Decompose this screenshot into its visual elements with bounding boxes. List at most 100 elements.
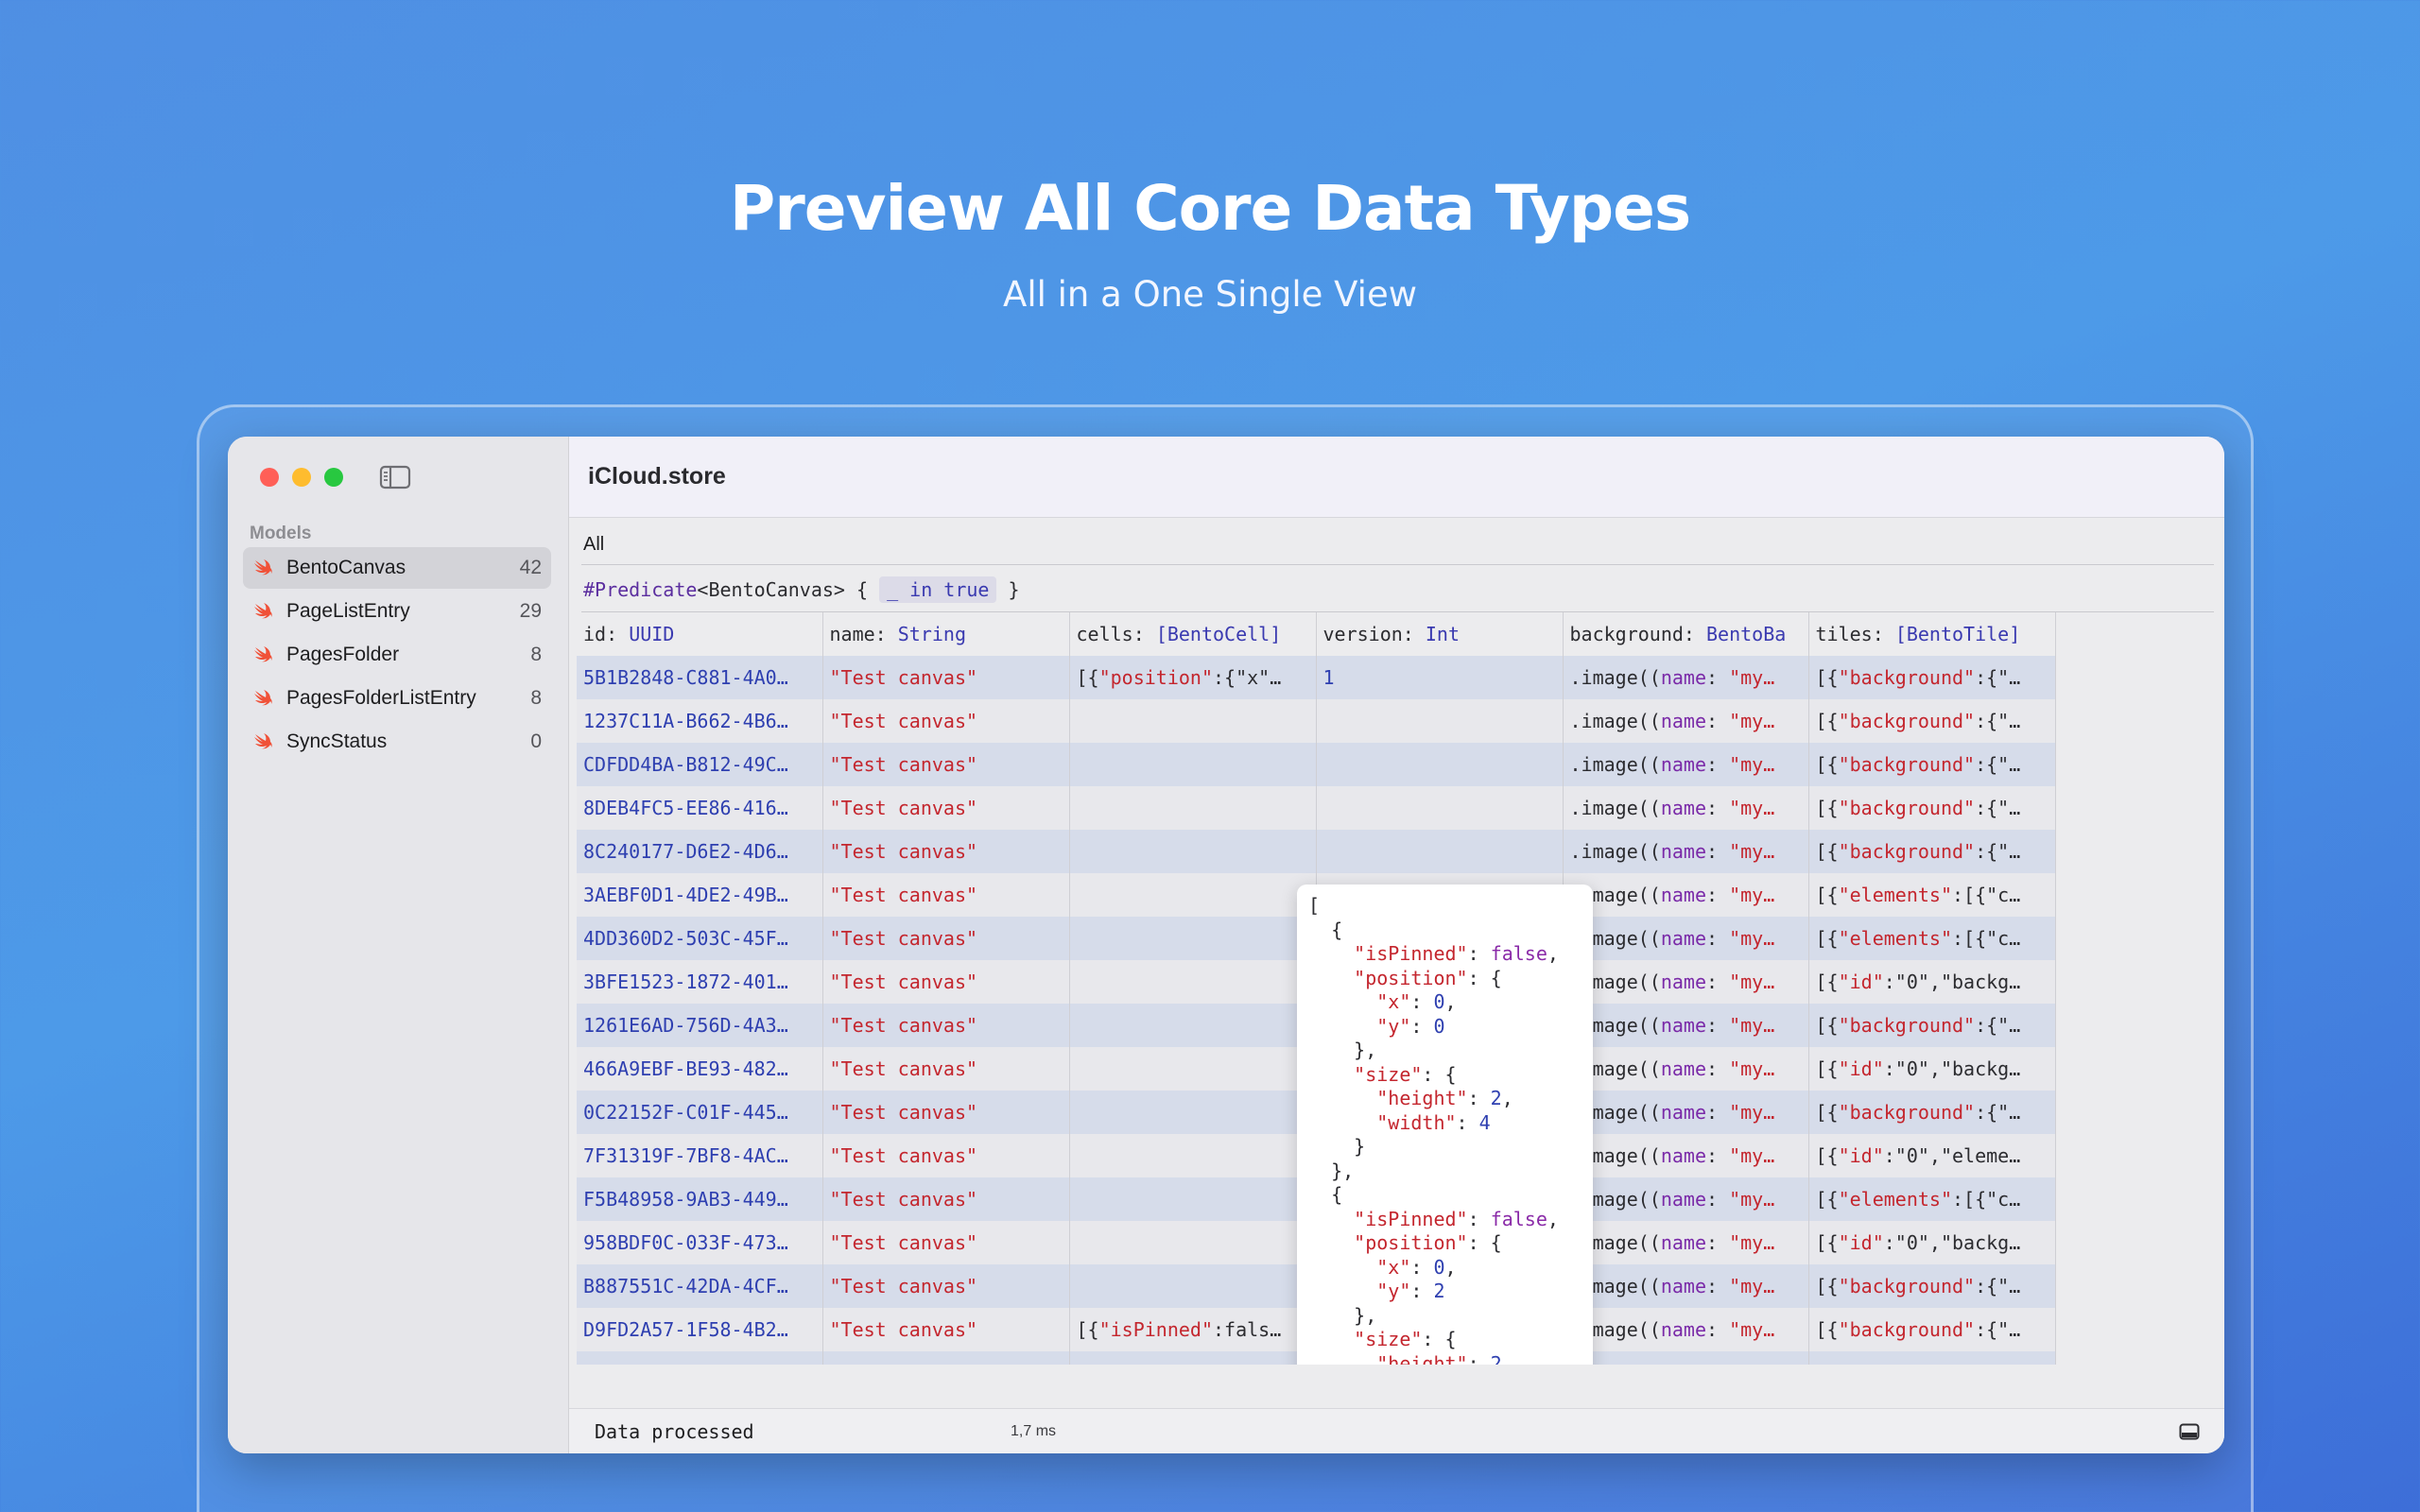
cell-cells[interactable] bbox=[1069, 699, 1317, 743]
cell-tiles[interactable]: [{"background":{"… bbox=[1808, 1308, 2056, 1351]
column-header-id[interactable]: id: UUID bbox=[577, 612, 823, 656]
cell-name[interactable]: "Test canvas" bbox=[822, 1221, 1070, 1264]
cell-tiles[interactable]: [{"background":{"… bbox=[1808, 830, 2056, 873]
cell-tiles[interactable]: [{"id":"0","backg… bbox=[1808, 960, 2056, 1004]
cell-tiles[interactable]: [{"background":{"… bbox=[1808, 1351, 2056, 1365]
cell-tiles[interactable]: [{"background":{"… bbox=[1808, 786, 2056, 830]
cell-cells[interactable] bbox=[1069, 960, 1317, 1004]
cell-version[interactable] bbox=[1316, 743, 1564, 786]
cell-cells[interactable] bbox=[1069, 1177, 1317, 1221]
cell-version[interactable] bbox=[1316, 699, 1564, 743]
cell-tiles[interactable]: [{"elements":[{"c… bbox=[1808, 917, 2056, 960]
cell-background[interactable]: .image((name: "my… bbox=[1563, 1351, 1809, 1365]
cell-name[interactable]: "Test canvas" bbox=[822, 1264, 1070, 1308]
cell-background[interactable]: .image((name: "my… bbox=[1563, 1091, 1809, 1134]
table-row[interactable]: 8C240177-D6E2-4D6… "Test canvas" .image((n… bbox=[577, 830, 2056, 873]
cell-cells[interactable]: [{"position":{"x"… bbox=[1069, 656, 1317, 699]
cell-tiles[interactable]: [{"background":{"… bbox=[1808, 699, 2056, 743]
cell-background[interactable]: .image((name: "my… bbox=[1563, 917, 1809, 960]
cell-id[interactable]: CDFDD4BA-B812-49C… bbox=[577, 743, 823, 786]
cell-tiles[interactable]: [{"background":{"… bbox=[1808, 656, 2056, 699]
cell-background[interactable]: .image((name: "my… bbox=[1563, 1221, 1809, 1264]
sidebar-item-pagelistentry[interactable]: PageListEntry 29 bbox=[243, 591, 551, 632]
cell-background[interactable]: .image((name: "my… bbox=[1563, 830, 1809, 873]
cell-background[interactable]: .image((name: "my… bbox=[1563, 1047, 1809, 1091]
cell-cells[interactable] bbox=[1069, 1134, 1317, 1177]
cell-tiles[interactable]: [{"background":{"… bbox=[1808, 1264, 2056, 1308]
cell-cells[interactable] bbox=[1069, 1047, 1317, 1091]
close-button[interactable] bbox=[260, 468, 279, 487]
cell-id[interactable]: 8DEB4FC5-EE86-416… bbox=[577, 786, 823, 830]
cell-name[interactable]: "Test canvas" bbox=[822, 960, 1070, 1004]
cell-background[interactable]: .image((name: "my… bbox=[1563, 873, 1809, 917]
column-header-name[interactable]: name: String bbox=[822, 612, 1070, 656]
cell-tiles[interactable]: [{"id":"0","eleme… bbox=[1808, 1134, 2056, 1177]
cell-name[interactable]: "Test canvas" bbox=[822, 656, 1070, 699]
cell-cells[interactable] bbox=[1069, 917, 1317, 960]
cell-name[interactable]: "Test canvas" bbox=[822, 1047, 1070, 1091]
cell-name[interactable]: "Test canvas" bbox=[822, 830, 1070, 873]
bottom-panel-icon[interactable] bbox=[2179, 1423, 2200, 1440]
cell-cells[interactable]: [{"isPinned":fals… bbox=[1069, 1308, 1317, 1351]
cell-id[interactable]: 3BFE1523-1872-401… bbox=[577, 960, 823, 1004]
cell-cells[interactable] bbox=[1069, 830, 1317, 873]
cell-tiles[interactable]: [{"id":"0","backg… bbox=[1808, 1047, 2056, 1091]
cell-id[interactable]: 7F31319F-7BF8-4AC… bbox=[577, 1134, 823, 1177]
cell-version[interactable] bbox=[1316, 786, 1564, 830]
cell-id[interactable]: 1237C11A-B662-4B6… bbox=[577, 699, 823, 743]
cell-background[interactable]: .image((name: "my… bbox=[1563, 1308, 1809, 1351]
sidebar-toggle-icon[interactable] bbox=[379, 465, 411, 490]
cell-id[interactable]: 958BDF0C-033F-473… bbox=[577, 1221, 823, 1264]
sidebar-item-pagesfolder[interactable]: PagesFolder 8 bbox=[243, 634, 551, 676]
cell-id[interactable]: 4DD360D2-503C-45F… bbox=[577, 917, 823, 960]
cell-name[interactable]: "Test canvas" bbox=[822, 1134, 1070, 1177]
cell-background[interactable]: .image((name: "my… bbox=[1563, 743, 1809, 786]
cell-cells[interactable] bbox=[1069, 1004, 1317, 1047]
cell-id[interactable]: F5B48958-9AB3-449… bbox=[577, 1177, 823, 1221]
column-header-tiles[interactable]: tiles: [BentoTile] bbox=[1808, 612, 2056, 656]
zoom-button[interactable] bbox=[324, 468, 343, 487]
cell-background[interactable]: .image((name: "my… bbox=[1563, 699, 1809, 743]
cell-cells[interactable] bbox=[1069, 1091, 1317, 1134]
cell-background[interactable]: .image((name: "my… bbox=[1563, 1004, 1809, 1047]
cell-id[interactable]: B887551C-42DA-4CF… bbox=[577, 1264, 823, 1308]
table-row[interactable]: 1237C11A-B662-4B6… "Test canvas" .image((n… bbox=[577, 699, 2056, 743]
cell-background[interactable]: .image((name: "my… bbox=[1563, 786, 1809, 830]
cell-name[interactable]: "Test canvas" bbox=[822, 873, 1070, 917]
cell-cells[interactable] bbox=[1069, 743, 1317, 786]
scope-all[interactable]: All bbox=[583, 534, 604, 556]
cell-name[interactable]: "Test canvas" bbox=[822, 1177, 1070, 1221]
cell-id[interactable]: 0C22152F-C01F-445… bbox=[577, 1091, 823, 1134]
cell-cells[interactable] bbox=[1069, 1221, 1317, 1264]
cell-cells[interactable] bbox=[1069, 786, 1317, 830]
cell-id[interactable]: 79B145E3-D78E-4DB… bbox=[577, 1351, 823, 1365]
cell-name[interactable]: "Test canvas" bbox=[822, 1091, 1070, 1134]
cell-tiles[interactable]: [{"background":{"… bbox=[1808, 1004, 2056, 1047]
cell-tiles[interactable]: [{"elements":[{"c… bbox=[1808, 1177, 2056, 1221]
cell-tiles[interactable]: [{"background":{"… bbox=[1808, 1091, 2056, 1134]
cell-name[interactable]: "Test canvas" bbox=[822, 699, 1070, 743]
cell-id[interactable]: 5B1B2848-C881-4A0… bbox=[577, 656, 823, 699]
table-row[interactable]: CDFDD4BA-B812-49C… "Test canvas" .image((n… bbox=[577, 743, 2056, 786]
cell-id[interactable]: 3AEBF0D1-4DE2-49B… bbox=[577, 873, 823, 917]
cell-background[interactable]: .image((name: "my… bbox=[1563, 1177, 1809, 1221]
cell-background[interactable]: .image((name: "my… bbox=[1563, 1264, 1809, 1308]
cell-version[interactable]: 1 bbox=[1316, 656, 1564, 699]
column-header-background[interactable]: background: BentoBa bbox=[1563, 612, 1809, 656]
cell-tiles[interactable]: [{"elements":[{"c… bbox=[1808, 873, 2056, 917]
cell-name[interactable]: "Test canvas" bbox=[822, 743, 1070, 786]
sidebar-item-pagesfolderlistentry[interactable]: PagesFolderListEntry 8 bbox=[243, 678, 551, 719]
sidebar-item-bentocanvas[interactable]: BentoCanvas 42 bbox=[243, 547, 551, 589]
cell-cells[interactable]: [{"isPinned":fals… bbox=[1069, 1351, 1317, 1365]
cell-version[interactable] bbox=[1316, 830, 1564, 873]
cell-background[interactable]: .image((name: "my… bbox=[1563, 656, 1809, 699]
sidebar-item-syncstatus[interactable]: SyncStatus 0 bbox=[243, 721, 551, 763]
table-row[interactable]: 5B1B2848-C881-4A0… "Test canvas" [{"positi… bbox=[577, 656, 2056, 699]
cell-name[interactable]: "Test canvas" bbox=[822, 1004, 1070, 1047]
predicate-field[interactable]: #Predicate<BentoCanvas> { _ in true } bbox=[583, 576, 1020, 603]
cell-id[interactable]: 8C240177-D6E2-4D6… bbox=[577, 830, 823, 873]
cell-name[interactable]: "Test canvas" bbox=[822, 917, 1070, 960]
predicate-token[interactable]: _ in true bbox=[879, 576, 997, 603]
table-row[interactable]: 8DEB4FC5-EE86-416… "Test canvas" .image((n… bbox=[577, 786, 2056, 830]
cell-cells[interactable] bbox=[1069, 873, 1317, 917]
